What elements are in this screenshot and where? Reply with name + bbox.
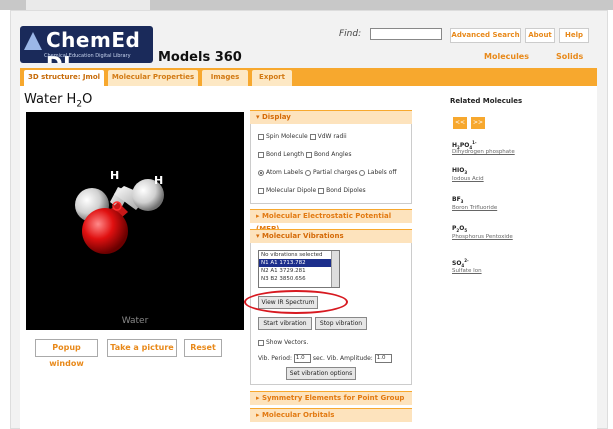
vib-period-input[interactable]: 1.0 — [293, 354, 311, 363]
browser-tab[interactable] — [26, 0, 150, 10]
popup-window-button[interactable]: Popup window — [35, 339, 98, 368]
related-next-button[interactable]: >> — [471, 117, 485, 129]
vibrations-listbox[interactable]: No vibrations selected N1 A1 1713.782 N2… — [258, 250, 340, 288]
vibration-option-selected[interactable]: N1 A1 1713.782 — [259, 259, 339, 267]
start-vibration-button[interactable]: Start vibration — [258, 317, 312, 330]
vibration-option[interactable]: No vibrations selected — [259, 251, 339, 259]
stop-vibration-button[interactable]: Stop vibration — [315, 317, 367, 330]
chemed-logo[interactable]: ChemEd DL Chemical Education Digital Lib… — [20, 26, 153, 63]
related-name[interactable]: Iodous Acid — [452, 176, 484, 182]
logo-subtitle: Chemical Education Digital Library — [44, 53, 131, 59]
spin-checkbox[interactable] — [258, 133, 264, 140]
bond-dipoles-checkbox[interactable] — [318, 187, 325, 194]
related-molecules-title: Related Molecules — [450, 97, 523, 105]
listbox-scrollbar[interactable] — [331, 251, 339, 287]
related-formula[interactable]: BF3 — [452, 196, 463, 204]
vibrations-section-header[interactable]: ▾ Molecular Vibrations — [250, 229, 412, 243]
tab-images[interactable]: Images — [202, 70, 248, 86]
tab-3d-structure[interactable]: 3D structure: Jmol — [24, 70, 104, 86]
related-prev-button[interactable]: << — [453, 117, 467, 129]
show-vectors-checkbox[interactable] — [258, 339, 264, 346]
water-molecule-model — [75, 179, 164, 254]
show-vectors-label: Show Vectors. — [266, 339, 309, 346]
labels-off-radio[interactable] — [359, 169, 366, 176]
tab-export[interactable]: Export — [252, 70, 292, 86]
related-name[interactable]: Sulfate Ion — [452, 268, 482, 274]
atom-label-h2: H — [154, 174, 164, 187]
related-name[interactable]: Boron Trifluoride — [452, 205, 497, 211]
molecular-dipole-checkbox[interactable] — [258, 187, 264, 194]
about-button[interactable]: About — [525, 28, 555, 43]
tab-molecular-properties[interactable]: Molecular Properties — [108, 70, 198, 86]
oxygen-atom — [82, 208, 128, 254]
reset-button[interactable]: Reset — [184, 339, 222, 357]
browser-strip — [0, 0, 613, 10]
bond-length-checkbox[interactable] — [258, 151, 264, 158]
vib-period-label: Vib. Period: — [258, 355, 292, 362]
related-name[interactable]: Dihydrogen phosphate — [452, 149, 515, 155]
display-section-header[interactable]: ▾ Display — [250, 110, 412, 124]
tab-bar: 3D structure: Jmol Molecular Properties … — [20, 68, 597, 86]
find-input[interactable] — [370, 28, 442, 40]
related-formula[interactable]: SO42- — [452, 258, 469, 268]
viewer-caption: Water — [121, 316, 149, 326]
atom-label-h1: H — [110, 169, 120, 182]
set-vibration-options-button[interactable]: Set vibration options — [286, 367, 356, 380]
vib-period-unit: sec. — [312, 355, 325, 362]
related-formula[interactable]: HIO3 — [452, 167, 467, 175]
vdw-checkbox[interactable] — [309, 133, 316, 140]
logo-flask-icon — [24, 32, 42, 50]
atom-labels-radio[interactable] — [258, 169, 264, 176]
molecules-link[interactable]: Molecules — [484, 52, 529, 61]
mep-section-header[interactable]: ▸ Molecular Electrostatic Potential (MEP… — [250, 209, 412, 233]
advanced-search-button[interactable]: Advanced Search — [450, 28, 521, 43]
bond-angles-checkbox[interactable] — [305, 151, 312, 158]
vib-amplitude-label: Vib. Amplitude: — [326, 355, 373, 362]
symmetry-section-header[interactable]: ▸ Symmetry Elements for Point Group C2v — [250, 391, 412, 415]
page-title: Water H2O — [24, 92, 93, 110]
orbitals-section-header[interactable]: ▸ Molecular Orbitals — [250, 408, 412, 422]
jmol-viewer[interactable]: H H Water — [26, 112, 244, 330]
find-label: Find: — [339, 29, 362, 39]
take-picture-button[interactable]: Take a picture — [107, 339, 177, 357]
related-formula[interactable]: P2O5 — [452, 225, 467, 233]
related-name[interactable]: Phosphorus Pentoxide — [452, 234, 513, 240]
highlight-circle — [244, 290, 348, 314]
app-name: Models 360 — [158, 50, 242, 65]
vibration-option[interactable]: N3 B2 3850.656 — [259, 275, 339, 283]
partial-charges-radio[interactable] — [305, 169, 312, 176]
vib-amplitude-input[interactable]: 1.0 — [374, 354, 392, 363]
help-button[interactable]: Help — [559, 28, 589, 43]
solids-link[interactable]: Solids — [556, 52, 583, 61]
vibration-option[interactable]: N2 A1 3729.281 — [259, 267, 339, 275]
